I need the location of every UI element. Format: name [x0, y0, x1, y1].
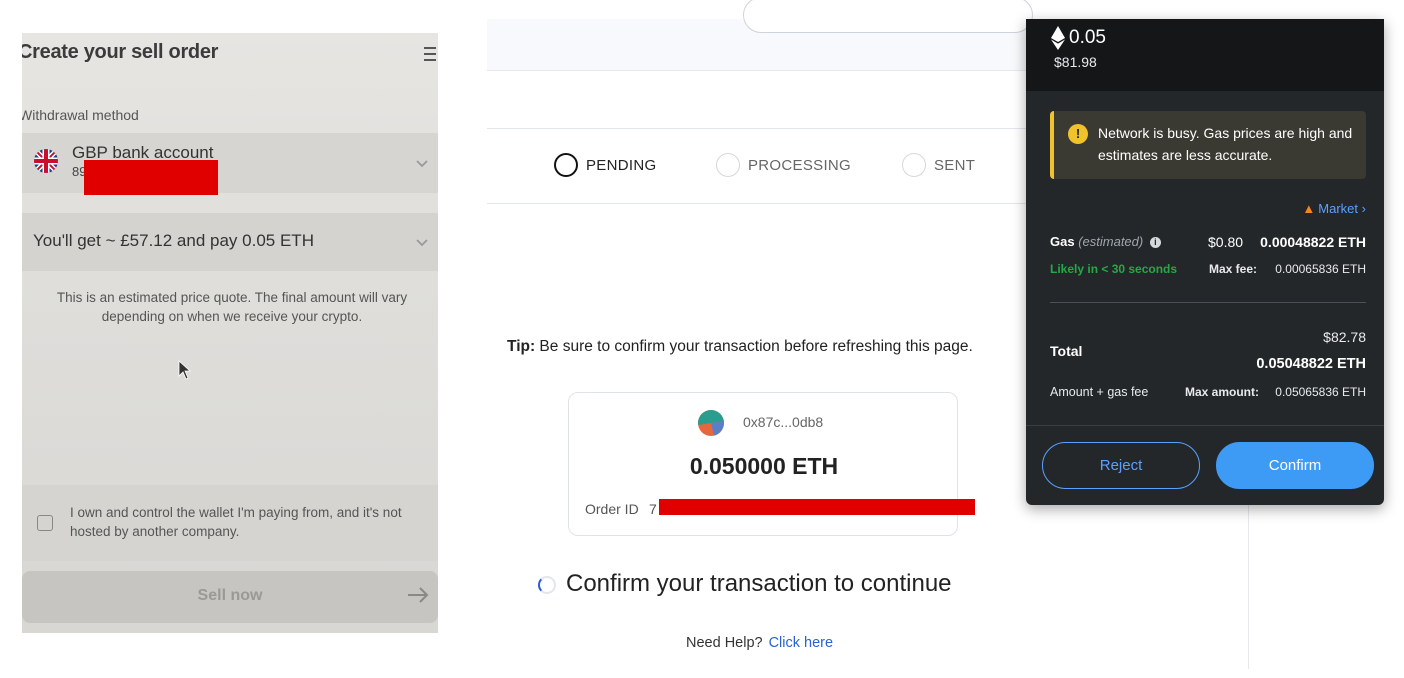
metamask-confirm-popup: 0.05 $81.98 ! Network is busy. Gas price… [1026, 19, 1384, 505]
tip-text: Be sure to confirm your transaction befo… [535, 338, 973, 355]
tip-label: Tip: [507, 338, 536, 355]
step-processing: PROCESSING [716, 153, 851, 177]
sell-now-button[interactable]: Sell now [22, 571, 438, 623]
divider [487, 128, 1027, 129]
wallet-address: 0x87c...0db8 [743, 414, 824, 430]
status-message: Confirm your transaction to continue [566, 570, 952, 597]
uk-flag-icon [34, 149, 58, 173]
max-amount-label: Max amount: [1185, 385, 1260, 399]
warning-icon: ! [1068, 124, 1088, 144]
arrow-right-icon [408, 587, 429, 603]
total-label: Total [1050, 343, 1083, 359]
wallet-ownership-checkbox[interactable] [37, 515, 53, 531]
page-title: Create your sell order [22, 41, 219, 63]
confirm-button[interactable]: Confirm [1216, 442, 1374, 489]
withdrawal-method-label: Withdrawal method [22, 107, 139, 123]
metamask-fox-icon: ▲ [1302, 201, 1316, 216]
help-text: Need Help? [686, 635, 763, 651]
help-line: Need Help? Click here [686, 635, 833, 651]
order-id-value: 7 [649, 501, 657, 517]
step-indicator [554, 153, 578, 177]
sell-order-screen: Create your sell order Withdrawal method… [22, 33, 438, 633]
withdrawal-method-select[interactable]: GBP bank account 89 [22, 133, 438, 195]
quote-summary: You'll get ~ £57.12 and pay 0.05 ETH [33, 231, 314, 250]
redaction-box [659, 499, 975, 515]
gas-market-link[interactable]: ▲ Market › [1302, 201, 1366, 216]
market-label: Market [1318, 201, 1359, 216]
amount-gas-label: Amount + gas fee [1050, 385, 1149, 399]
gas-time-estimate: Likely in < 30 seconds [1050, 262, 1178, 276]
gas-label: Gas (estimated) i [1050, 234, 1161, 249]
tip-message: Tip: Be sure to confirm your transaction… [507, 338, 973, 356]
help-link[interactable]: Click here [769, 635, 833, 651]
step-pending: PENDING [554, 153, 656, 177]
gas-fee-usd: $0.80 [1208, 234, 1244, 250]
gas-estimated-text: (estimated) [1078, 234, 1144, 249]
max-amount-value: 0.05065836 ETH [1275, 385, 1366, 399]
step-label: PENDING [586, 156, 657, 174]
total-usd: $82.78 [1323, 329, 1366, 345]
divider [1026, 425, 1384, 426]
send-amount-eth: 0.05 [1069, 27, 1106, 48]
send-amount-usd: $81.98 [1054, 54, 1097, 70]
quote-disclaimer: This is an estimated price quote. The fi… [56, 290, 408, 324]
info-icon[interactable]: i [1149, 237, 1161, 248]
chevron-right-icon: › [1361, 201, 1366, 216]
hamburger-icon[interactable] [424, 47, 436, 61]
max-fee-label: Max fee: [1209, 262, 1258, 276]
step-label: PROCESSING [748, 156, 852, 174]
redaction-box [84, 160, 218, 195]
step-indicator [902, 153, 926, 177]
max-fee-value: 0.00065836 ETH [1275, 262, 1366, 276]
popup-header: 0.05 $81.98 [1026, 19, 1384, 91]
sell-now-label: Sell now [197, 587, 263, 604]
gas-label-text: Gas [1050, 234, 1075, 249]
wallet-ownership-label: I own and control the wallet I'm paying … [70, 505, 402, 539]
chevron-down-icon [416, 239, 428, 247]
step-sent: SENT [902, 153, 975, 177]
step-label: SENT [934, 156, 976, 174]
step-indicator [716, 153, 740, 177]
order-id-label: Order ID [585, 501, 639, 517]
total-eth: 0.05048822 ETH [1256, 356, 1366, 372]
transaction-amount: 0.050000 ETH [689, 453, 839, 479]
wallet-avatar-icon [698, 410, 724, 436]
wallet-ownership-row[interactable]: I own and control the wallet I'm paying … [22, 485, 438, 561]
gas-fee-eth: 0.00048822 ETH [1260, 234, 1366, 250]
quote-select[interactable]: You'll get ~ £57.12 and pay 0.05 ETH [22, 213, 438, 271]
network-busy-warning: ! Network is busy. Gas prices are high a… [1050, 111, 1366, 179]
reject-button[interactable]: Reject [1042, 442, 1200, 489]
ethereum-icon [1051, 26, 1065, 50]
header-bar [487, 0, 1033, 71]
divider [1050, 302, 1366, 303]
chevron-down-icon [416, 160, 428, 168]
divider [487, 203, 1027, 204]
mouse-cursor-icon [178, 360, 192, 380]
loading-spinner-icon [538, 576, 556, 594]
search-input[interactable] [743, 0, 1033, 33]
warning-text: Network is busy. Gas prices are high and… [1098, 125, 1353, 163]
